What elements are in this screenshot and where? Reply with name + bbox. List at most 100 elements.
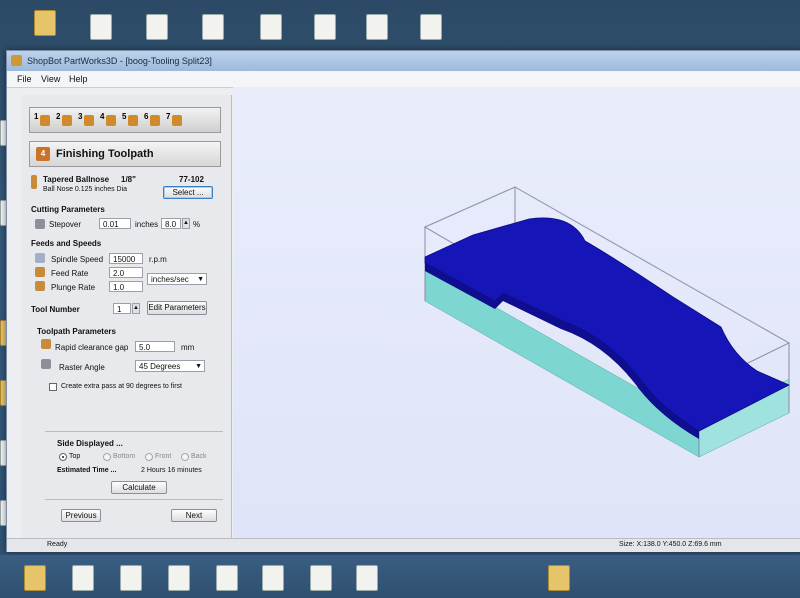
tool-code: 77-102 <box>179 175 204 184</box>
desktop-file-icon[interactable] <box>120 565 142 591</box>
extra-pass-checkbox[interactable] <box>49 383 57 391</box>
feed-rate-label: Feed Rate <box>51 269 89 278</box>
stepover-unit: inches <box>135 220 159 229</box>
tool-number-input[interactable]: 1 <box>113 303 131 314</box>
select-tool-button[interactable]: Select ... <box>163 186 213 199</box>
side-top-radio[interactable] <box>59 453 67 461</box>
extra-pass-label: Create extra pass at 90 degrees to first <box>61 383 183 390</box>
step-3-button[interactable]: 3 <box>78 112 96 128</box>
previous-button[interactable]: Previous <box>61 509 101 522</box>
desktop-bottom-icons <box>0 555 800 598</box>
divider <box>45 431 223 432</box>
step-3-icon <box>84 115 94 126</box>
side-back-radio[interactable] <box>181 453 189 461</box>
desktop-file-icon[interactable] <box>310 565 332 591</box>
step-7-button[interactable]: 7 <box>166 112 184 128</box>
step-toolbar: 1 2 3 4 5 6 7 <box>29 107 221 133</box>
desktop-file-icon[interactable] <box>216 565 238 591</box>
feed-rate-icon <box>35 267 45 277</box>
title-bar[interactable]: ShopBot PartWorks3D - [boog-Tooling Spli… <box>7 51 800 71</box>
desktop-file-icon[interactable] <box>202 14 224 40</box>
side-bottom-radio[interactable] <box>103 453 111 461</box>
calculate-button[interactable]: Calculate <box>111 481 167 494</box>
feed-rate-input[interactable]: 2.0 <box>109 267 143 278</box>
chevron-down-icon: ▼ <box>195 363 202 370</box>
model-preview <box>423 186 791 458</box>
tool-number-spinner[interactable]: ▲ <box>132 303 140 314</box>
spindle-icon <box>35 253 45 263</box>
menu-file[interactable]: File <box>17 74 32 84</box>
desktop-file-icon[interactable] <box>90 14 112 40</box>
menu-help[interactable]: Help <box>69 74 88 84</box>
menu-bar: File View Help <box>7 71 800 88</box>
chevron-down-icon: ▼ <box>197 276 204 283</box>
step-number-badge: 4 <box>36 147 50 161</box>
desktop-file-icon[interactable] <box>168 565 190 591</box>
plunge-rate-label: Plunge Rate <box>51 283 96 292</box>
status-bar: Ready Size: X:138.0 Y:450.0 Z:69.6 mm <box>7 538 800 552</box>
step-6-button[interactable]: 6 <box>144 112 162 128</box>
side-displayed-header: Side Displayed ... <box>57 439 123 448</box>
app-logo-icon <box>11 55 22 66</box>
step-1-button[interactable]: 1 <box>34 112 52 128</box>
step-4-button[interactable]: 4 <box>100 112 118 128</box>
step-6-icon <box>150 115 160 126</box>
status-size-readout: Size: X:138.0 Y:450.0 Z:69.6 mm <box>619 541 722 548</box>
plunge-rate-icon <box>35 281 45 291</box>
desktop-folder-icon[interactable] <box>24 565 46 591</box>
window-title: ShopBot PartWorks3D - [boog-Tooling Spli… <box>27 56 212 66</box>
raster-angle-value: 45 Degrees <box>139 362 181 371</box>
toolpath-panel: 1 2 3 4 5 6 7 4 Finishing Toolpath Taper… <box>21 95 232 547</box>
step-2-button[interactable]: 2 <box>56 112 74 128</box>
estimated-time-value: 2 Hours 16 minutes <box>141 467 202 474</box>
step-banner: 4 Finishing Toolpath <box>29 141 221 167</box>
status-ready: Ready <box>47 541 68 548</box>
desktop-file-icon[interactable] <box>314 14 336 40</box>
toolpath-parameters-header: Toolpath Parameters <box>37 327 116 336</box>
3d-viewport[interactable] <box>233 87 800 541</box>
desktop-file-icon[interactable] <box>146 14 168 40</box>
step-5-button[interactable]: 5 <box>122 112 140 128</box>
raster-angle-label: Raster Angle <box>59 363 105 372</box>
desktop-file-icon[interactable] <box>356 565 378 591</box>
edit-parameters-button[interactable]: Edit Parameters <box>147 301 207 315</box>
clearance-icon <box>41 339 51 349</box>
side-front-label: Front <box>155 453 172 460</box>
spindle-speed-input[interactable]: 15000 <box>109 253 143 264</box>
stepover-input[interactable]: 0.01 <box>99 218 131 229</box>
clearance-gap-input[interactable]: 5.0 <box>135 341 175 352</box>
desktop-folder-icon[interactable] <box>34 10 56 36</box>
plunge-rate-input[interactable]: 1.0 <box>109 281 143 292</box>
clearance-gap-unit: mm <box>181 343 195 352</box>
cutting-parameters-header: Cutting Parameters <box>31 205 105 214</box>
stepover-label: Stepover <box>49 220 82 229</box>
menu-view[interactable]: View <box>41 74 60 84</box>
desktop-file-icon[interactable] <box>366 14 388 40</box>
clearance-gap-label: Rapid clearance gap <box>55 343 129 352</box>
desktop-file-icon[interactable] <box>260 14 282 40</box>
feed-units-select[interactable]: inches/sec ▼ <box>147 273 207 285</box>
stepover-icon <box>35 219 45 229</box>
spindle-speed-label: Spindle Speed <box>51 255 104 264</box>
step-1-icon <box>40 115 50 126</box>
stepover-percent-input[interactable]: 8.0 <box>161 218 181 229</box>
side-front-radio[interactable] <box>145 453 153 461</box>
step-7-icon <box>172 115 182 126</box>
divider <box>45 499 223 500</box>
stepover-percent-spinner[interactable]: ▲ <box>182 218 190 229</box>
next-button[interactable]: Next <box>171 509 217 522</box>
desktop-file-icon[interactable] <box>72 565 94 591</box>
tool-number-label: Tool Number <box>31 305 80 314</box>
desktop-file-icon[interactable] <box>420 14 442 40</box>
spindle-speed-unit: r.p.m <box>149 255 167 264</box>
feed-units-value: inches/sec <box>151 275 189 284</box>
step-2-icon <box>62 115 72 126</box>
step-5-icon <box>128 115 138 126</box>
step-4-icon <box>106 115 116 126</box>
desktop-folder-icon[interactable] <box>548 565 570 591</box>
tool-name: Tapered Ballnose <box>43 175 110 184</box>
raster-angle-select[interactable]: 45 Degrees ▼ <box>135 360 205 372</box>
side-bottom-label: Bottom <box>113 453 136 460</box>
tool-bit-icon <box>31 175 37 189</box>
desktop-file-icon[interactable] <box>262 565 284 591</box>
